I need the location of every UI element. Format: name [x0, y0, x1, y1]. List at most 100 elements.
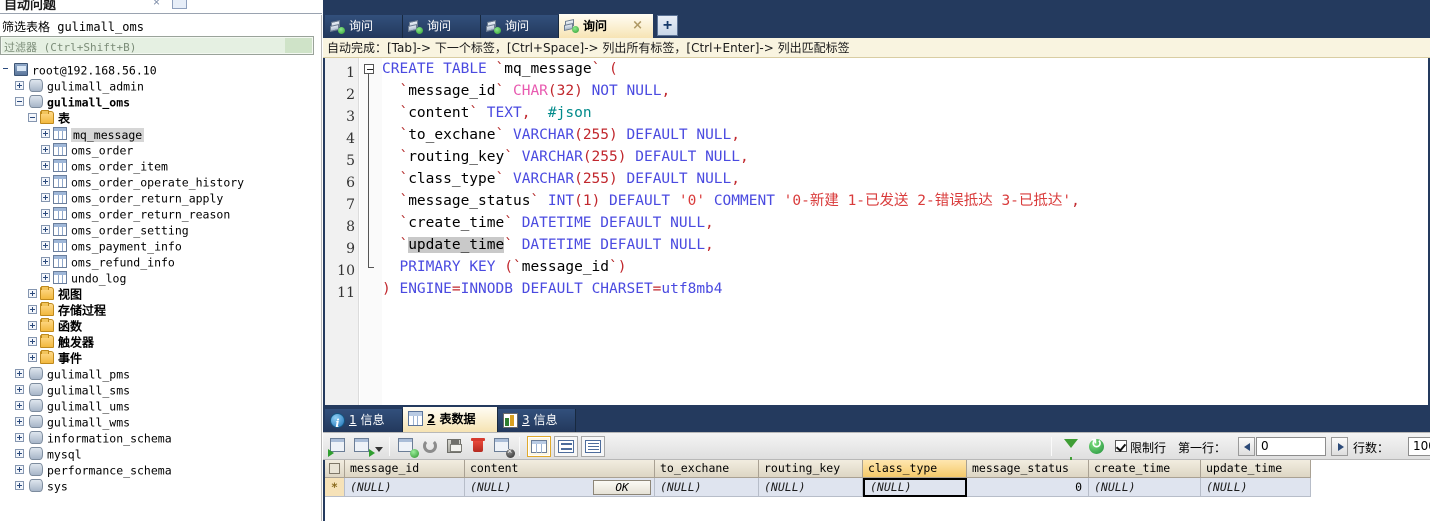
tree-expander-icon[interactable]	[41, 241, 50, 250]
tree-expander-icon[interactable]	[15, 401, 24, 410]
tree-item-oms_order_operate_history[interactable]: oms_order_operate_history	[0, 174, 310, 190]
tree-expander-icon[interactable]	[15, 417, 24, 426]
text-view-icon[interactable]	[581, 436, 605, 457]
sql-editor[interactable]: 1 2 3 4 5 6 7 8 9 10 11 CREATE TABLE `mq_message` …	[323, 58, 1430, 405]
tree-item-[interactable]: 事件	[0, 350, 310, 366]
tree-item-[interactable]: 触发器	[0, 334, 310, 350]
tree-item-gulimall_ums[interactable]: gulimall_ums	[0, 398, 310, 414]
column-header-update_time[interactable]: update_time	[1201, 460, 1311, 478]
cell-ok-button[interactable]: OK	[593, 480, 651, 495]
tree-expander-icon[interactable]	[41, 145, 50, 154]
tree-item-oms_order[interactable]: oms_order	[0, 142, 310, 158]
tree-expander-icon[interactable]	[15, 465, 24, 474]
close-icon[interactable]: ×	[632, 14, 643, 38]
form-view-icon[interactable]	[554, 436, 578, 457]
tree-item-oms_payment_info[interactable]: oms_payment_info	[0, 238, 310, 254]
sql-code-area[interactable]: CREATE TABLE `mq_message` ( `message_id`…	[382, 58, 1428, 405]
cutoff-tab-add-icon[interactable]	[172, 0, 187, 9]
delete-record-icon[interactable]	[469, 437, 489, 456]
tree-item-[interactable]: 表	[0, 110, 310, 126]
tree-item-sys[interactable]: sys	[0, 478, 310, 494]
tree-expander-icon[interactable]	[41, 177, 50, 186]
result-tab-1[interactable]: 1 信息	[325, 409, 403, 435]
tree-expander-icon[interactable]	[28, 337, 37, 346]
tree-expander-icon[interactable]	[15, 481, 24, 490]
first-row-input[interactable]: 0	[1256, 437, 1326, 456]
cell-message_id[interactable]: (NULL)	[345, 478, 465, 497]
tree-item-oms_order_setting[interactable]: oms_order_setting	[0, 222, 310, 238]
sidebar-filter-input[interactable]: 过滤器 (Ctrl+Shift+B)	[0, 36, 314, 55]
tree-expander-icon[interactable]	[41, 193, 50, 202]
code-fold-column[interactable]	[360, 58, 382, 405]
tree-item-performance_schema[interactable]: performance_schema	[0, 462, 310, 478]
table-row[interactable]: * (NULL) (NULL) OK (NULL) (NULL) (NULL) 0 (NULL)…	[325, 478, 1430, 497]
row-count-input[interactable]: 1000	[1408, 437, 1430, 456]
tree-expander-icon[interactable]	[15, 449, 24, 458]
tree-expander-icon[interactable]	[15, 81, 24, 90]
query-tab-3[interactable]: 询问	[481, 15, 559, 38]
tree-item-oms_order_return_apply[interactable]: oms_order_return_apply	[0, 190, 310, 206]
tree-item-gulimall_sms[interactable]: gulimall_sms	[0, 382, 310, 398]
query-tab-4[interactable]: 询问 ×	[559, 14, 653, 38]
tree-item-[interactable]: 存储过程	[0, 302, 310, 318]
tree-expander-icon[interactable]	[15, 97, 24, 106]
tree-item-oms_order_return_reason[interactable]: oms_order_return_reason	[0, 206, 310, 222]
tree-expander-icon[interactable]	[41, 161, 50, 170]
tree-expander-icon[interactable]	[28, 289, 37, 298]
query-tab-1[interactable]: 询问	[325, 15, 403, 38]
tree-item-root1921685610[interactable]: root@192.168.56.10	[0, 62, 310, 78]
data-grid[interactable]: message_id content to_exchane routing_key cl…	[323, 460, 1430, 521]
refresh-icon[interactable]	[421, 437, 441, 456]
tree-expander-icon[interactable]	[41, 129, 50, 138]
cutoff-tab-strip[interactable]: 自动问题 ×	[0, 0, 322, 13]
cutoff-tab-close-icon[interactable]: ×	[153, 0, 160, 9]
column-header-message_id[interactable]: message_id	[345, 460, 465, 478]
tree-item-gulimall_oms[interactable]: gulimall_oms	[0, 94, 310, 110]
tree-expander-icon[interactable]	[28, 321, 37, 330]
tree-item-oms_order_item[interactable]: oms_order_item	[0, 158, 310, 174]
first-row-next-button[interactable]	[1331, 437, 1348, 456]
column-header-content[interactable]: content	[465, 460, 655, 478]
refresh-circle-icon[interactable]	[1087, 436, 1107, 456]
save-record-icon[interactable]	[445, 437, 465, 456]
add-record-icon[interactable]	[397, 437, 419, 458]
column-header-message_status[interactable]: message_status	[967, 460, 1089, 478]
column-header-to_exchane[interactable]: to_exchane	[655, 460, 759, 478]
cancel-edit-icon[interactable]	[493, 437, 515, 458]
query-tab-2[interactable]: 询问	[403, 15, 481, 38]
result-tab-2[interactable]: 2 表数据	[403, 407, 498, 432]
tree-expander-icon[interactable]	[28, 305, 37, 314]
dropdown-caret-icon[interactable]	[373, 437, 385, 456]
cell-content[interactable]: (NULL) OK	[465, 478, 655, 497]
cell-message_status[interactable]: 0	[967, 478, 1089, 497]
tree-item-oms_refund_info[interactable]: oms_refund_info	[0, 254, 310, 270]
tree-expander-icon[interactable]	[41, 225, 50, 234]
column-header-class_type[interactable]: class_type	[863, 460, 967, 478]
tree-item-[interactable]: 函数	[0, 318, 310, 334]
column-header-routing_key[interactable]: routing_key	[759, 460, 863, 478]
tree-expander-icon[interactable]	[2, 65, 11, 74]
tree-expander-icon[interactable]	[15, 369, 24, 378]
tree-expander-icon[interactable]	[41, 273, 50, 282]
tree-item-undo_log[interactable]: undo_log	[0, 270, 310, 286]
tree-expander-icon[interactable]	[28, 353, 37, 362]
cell-create_time[interactable]: (NULL)	[1089, 478, 1201, 497]
add-query-tab-button[interactable]: +	[657, 15, 678, 36]
cell-routing_key[interactable]: (NULL)	[759, 478, 863, 497]
tree-expander-icon[interactable]	[41, 257, 50, 266]
tree-expander-icon[interactable]	[15, 385, 24, 394]
tree-item-[interactable]: 视图	[0, 286, 310, 302]
import-wizard-icon[interactable]	[328, 437, 349, 457]
select-all-checkbox[interactable]	[325, 460, 345, 478]
tree-item-mysql[interactable]: mysql	[0, 446, 310, 462]
column-header-create_time[interactable]: create_time	[1089, 460, 1201, 478]
export-wizard-icon[interactable]	[353, 437, 375, 457]
tree-expander-icon[interactable]	[15, 433, 24, 442]
tree-item-gulimall_admin[interactable]: gulimall_admin	[0, 78, 310, 94]
cell-to_exchane[interactable]: (NULL)	[655, 478, 759, 497]
fold-toggle-icon[interactable]	[364, 64, 374, 74]
cell-class_type[interactable]: (NULL)	[863, 478, 967, 497]
tree-expander-icon[interactable]	[28, 113, 37, 122]
filter-funnel-icon[interactable]	[1061, 437, 1081, 463]
tree-item-gulimall_pms[interactable]: gulimall_pms	[0, 366, 310, 382]
